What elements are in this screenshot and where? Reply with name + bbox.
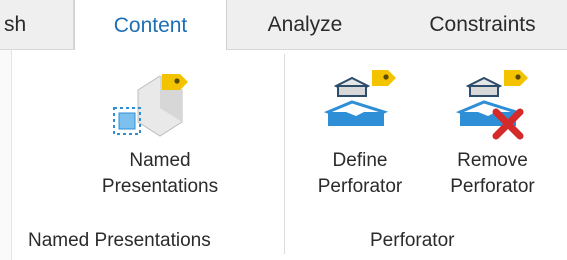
- ribbon-left-edge: [0, 50, 12, 260]
- tab-partial-label: sh: [4, 13, 27, 36]
- named-presentations-icon: [113, 74, 188, 137]
- define-perforator-button[interactable]: Define Perforator: [300, 60, 420, 220]
- define-perforator-icon: [323, 70, 396, 126]
- tab-content-label: Content: [113, 13, 188, 37]
- define-perforator-label-line1: Define: [332, 150, 388, 171]
- group-label-perforator: Perforator: [370, 230, 455, 251]
- remove-perforator-button[interactable]: Remove Perforator: [430, 60, 555, 220]
- remove-perforator-label-line1: Remove: [457, 150, 528, 171]
- tab-partial[interactable]: sh: [0, 0, 74, 50]
- named-presentations-button[interactable]: Named Presentations: [60, 60, 260, 220]
- named-presentations-label-line1: Named: [129, 150, 191, 171]
- tab-constraints-label: Constraints: [429, 13, 536, 36]
- tab-constraints[interactable]: Constraints: [398, 0, 567, 50]
- define-perforator-label-line2: Perforator: [317, 176, 403, 197]
- ribbon-tab-strip: sh Content Analyze Constraints: [0, 0, 567, 51]
- tab-analyze-label: Analyze: [267, 13, 343, 36]
- ribbon-panel: Named Presentations Named Presentations …: [0, 50, 567, 260]
- remove-perforator-label-line2: Perforator: [450, 176, 535, 197]
- tab-content[interactable]: Content: [74, 0, 227, 51]
- remove-perforator-icon: [455, 70, 528, 140]
- group-label-named-presentations: Named Presentations: [28, 230, 211, 251]
- named-presentations-label-line2: Presentations: [101, 176, 219, 197]
- tab-analyze[interactable]: Analyze: [240, 0, 370, 50]
- group-divider: [284, 54, 285, 254]
